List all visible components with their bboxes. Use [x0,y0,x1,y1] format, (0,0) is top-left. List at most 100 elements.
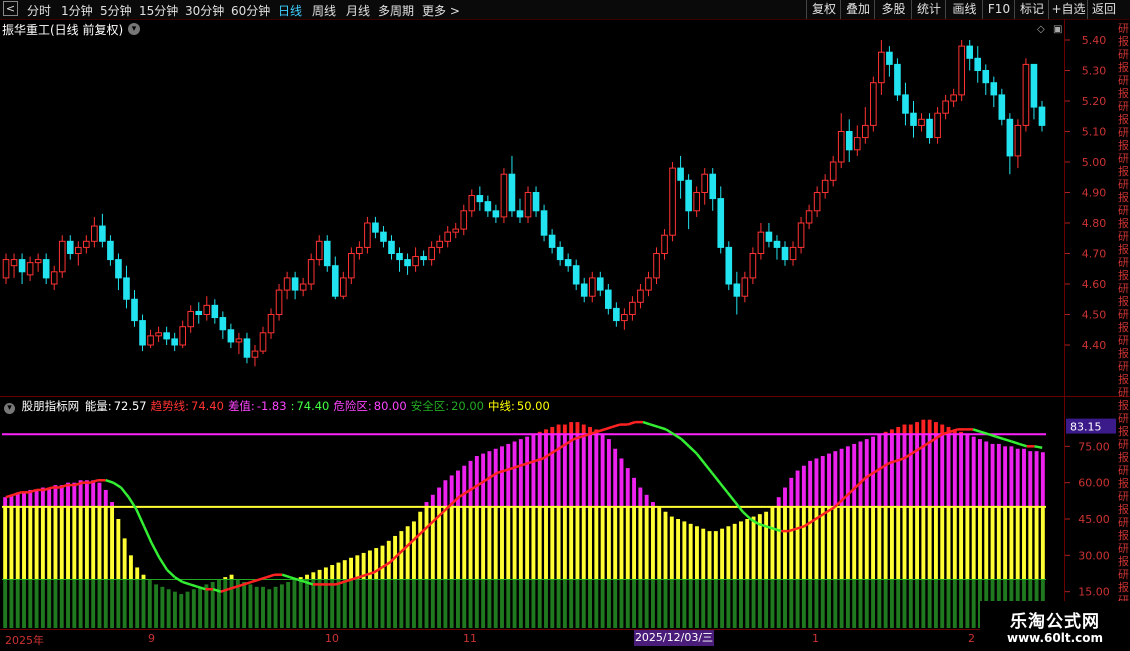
stock-chart[interactable]: 5.40 5.30 5.20 5.10 5.00 4.90 4.80 4.70 4.60 4.50… [0,0,1130,650]
energy-bar [764,579,769,628]
energy-bar [1022,448,1026,507]
energy-bar [751,579,756,628]
energy-bar [493,579,498,628]
energy-bar [1003,506,1008,580]
candle-body [926,118,933,139]
candle-body [974,57,982,71]
energy-bar [713,531,718,580]
energy-bar [933,579,938,628]
energy-bar [606,506,611,580]
energy-bar [952,579,957,628]
energy-bar [22,492,26,507]
indicator-menu-icon[interactable]: ▾ [4,403,15,414]
energy-bar [575,506,580,580]
candle-body [251,350,259,358]
candle-body [813,192,821,212]
energy-bar [474,456,479,507]
legend-item-0: 能量: 72.57 [85,399,149,413]
energy-bar [915,422,920,435]
candle-body [291,277,299,291]
legend-value: 72.57 [113,399,147,413]
energy-bar [323,567,328,580]
energy-bar [1015,448,1020,507]
candle-body [886,51,893,65]
energy-bar [122,538,127,580]
energy-bar [619,458,624,507]
energy-bar [883,579,888,628]
energy-bar [669,516,674,580]
energy-bar [298,579,303,628]
energy-bar [59,506,64,580]
energy-bar [437,487,442,507]
time-label-5: 2 [968,632,975,645]
trend-line-segment [535,457,544,463]
pane-divider [0,396,1130,397]
candle-body [388,240,395,255]
energy-bar [625,468,630,507]
energy-bar [569,434,574,507]
candle-body [219,317,227,331]
energy-bar [569,506,574,580]
energy-bar [305,574,309,580]
time-label-1: 9 [148,632,155,645]
energy-bar [927,579,932,628]
energy-bar [921,579,926,628]
candle-body [123,277,130,300]
energy-bar [594,506,599,580]
trend-line-segment [680,438,690,448]
price-tick-label: 4.90 [1082,187,1107,200]
energy-bar [864,506,869,580]
energy-bar [261,586,265,628]
energy-bar [827,506,831,580]
energy-bar [676,519,681,580]
candle-body [837,131,845,163]
energy-bar [764,511,769,580]
energy-bar [411,521,416,580]
energy-bar [78,579,83,628]
energy-bar [22,506,26,580]
energy-bar [933,422,938,435]
price-tick-label: 5.30 [1082,65,1107,78]
energy-bar [1009,446,1014,507]
price-tick-label: 4.60 [1082,278,1107,291]
energy-bar [588,506,592,580]
trend-line-segment [13,491,22,496]
energy-bar [562,506,567,580]
candle-body [34,259,42,264]
energy-bar [537,506,542,580]
energy-bar [537,434,542,507]
trend-line-segment [504,466,513,472]
energy-bar [801,579,806,628]
energy-bar [927,419,932,435]
energy-bar [506,443,511,507]
energy-bar [141,574,146,580]
energy-bar [852,443,857,507]
energy-bar [732,579,737,628]
trend-line-segment [105,479,114,484]
candle-body [894,63,901,96]
energy-bar [9,506,14,580]
energy-bar [971,506,976,580]
energy-bar [128,555,133,580]
energy-bar [783,579,787,628]
energy-bar [28,579,33,628]
energy-bar [128,579,133,628]
trend-line-segment [182,580,191,586]
trend-line-segment [627,420,636,426]
energy-bar [191,589,196,628]
energy-bar [978,506,982,580]
energy-bar [600,434,605,507]
energy-bar [990,443,995,507]
legend-value: 50.00 [516,399,550,413]
energy-bar [443,579,448,628]
trend-line-segment [158,557,169,571]
energy-bar [40,579,45,628]
energy-bar [726,579,731,628]
time-label-4: 1 [812,632,819,645]
energy-bar [311,579,316,628]
energy-bar [135,567,140,580]
time-label-3: 11 [463,632,477,645]
candle-body [484,201,492,212]
candle-body [797,222,805,248]
energy-bar [437,579,442,628]
